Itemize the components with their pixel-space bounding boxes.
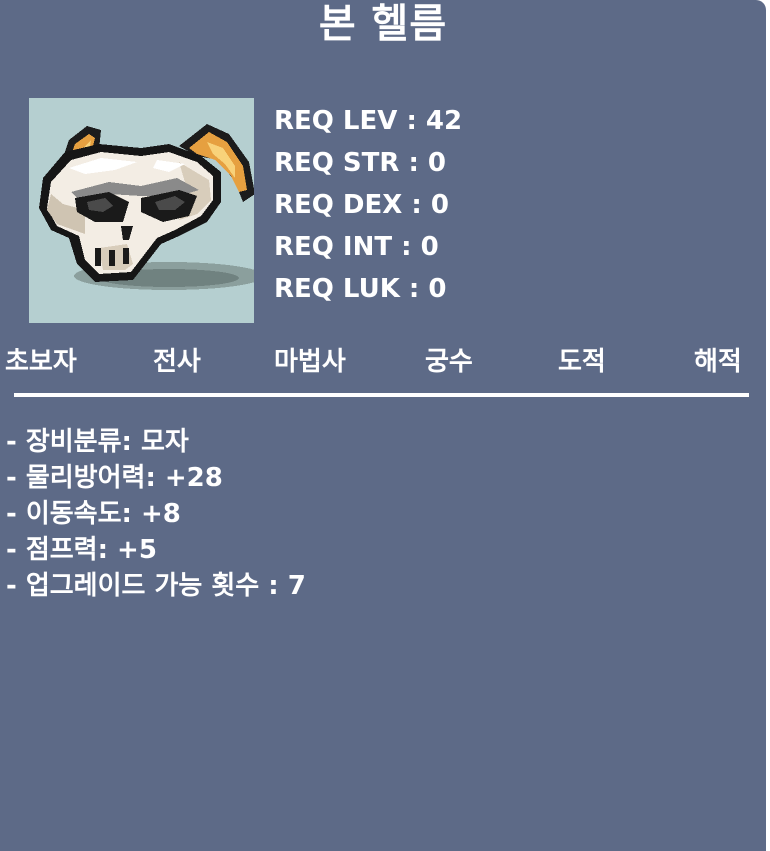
job-list: 초보자 전사 마법사 궁수 도적 해적 bbox=[0, 342, 766, 386]
req-int: REQ INT : 0 bbox=[274, 232, 439, 262]
divider bbox=[14, 393, 749, 397]
req-luk: REQ LUK : 0 bbox=[274, 274, 447, 304]
job-thief: 도적 bbox=[558, 347, 606, 377]
item-tooltip-panel: 본 헬름 REQ LEV: 42 REQ STR: 0 REQ DEX: … bbox=[0, 0, 766, 851]
requirements-list: REQ LEV : 42 REQ STR : 0 REQ DEX : 0 REQ… bbox=[274, 100, 462, 310]
job-pirate: 해적 bbox=[694, 347, 742, 377]
job-warrior: 전사 bbox=[153, 347, 201, 377]
stat-speed: - 이동속도: +8 bbox=[6, 499, 181, 529]
stat-jump: - 점프력: +5 bbox=[6, 535, 157, 565]
bone-helm-icon bbox=[39, 124, 254, 290]
item-icon-frame bbox=[29, 98, 254, 323]
job-magician: 마법사 bbox=[274, 347, 346, 377]
stat-physical-defense: - 물리방어력: +28 bbox=[6, 463, 223, 493]
stat-category: - 장비분류: 모자 bbox=[6, 427, 189, 457]
job-beginner: 초보자 bbox=[5, 347, 77, 377]
req-dex: REQ DEX : 0 bbox=[274, 190, 449, 220]
stat-list: - 장비분류: 모자 - 물리방어력: +28 - 이동속도: +8 - 점프력… bbox=[6, 424, 306, 604]
req-str: REQ STR : 0 bbox=[274, 148, 447, 178]
req-level: REQ LEV : 42 bbox=[274, 106, 463, 136]
item-name: 본 헬름 bbox=[318, 1, 448, 47]
stat-upgrade-slots: - 업그레이드 가능 횟수 : 7 bbox=[6, 571, 306, 601]
job-bowman: 궁수 bbox=[425, 347, 473, 377]
